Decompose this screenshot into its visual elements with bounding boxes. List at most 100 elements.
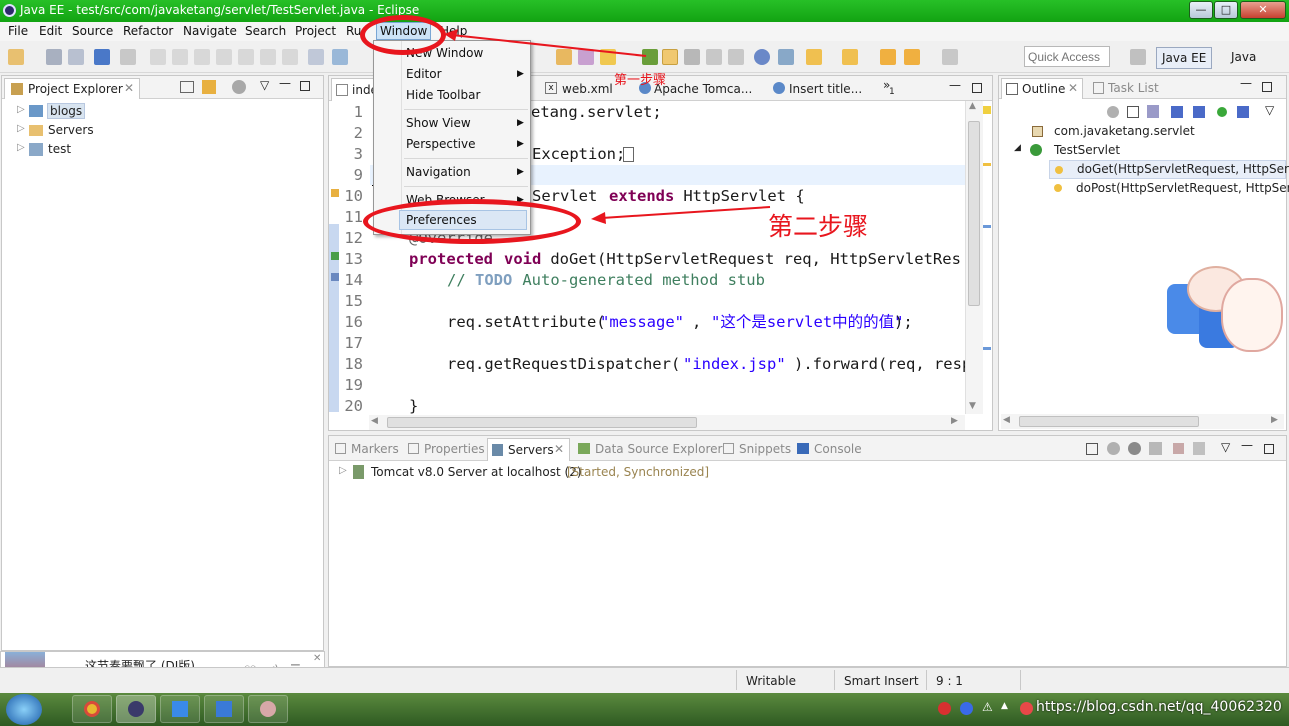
menu-project[interactable]: Project bbox=[295, 24, 336, 38]
tab-properties[interactable]: Properties bbox=[424, 442, 485, 456]
scroll-left-icon[interactable]: ◀ bbox=[1003, 415, 1010, 425]
chevron-right-icon[interactable]: ▷ bbox=[339, 465, 347, 476]
open-perspective-icon[interactable] bbox=[1130, 49, 1146, 65]
menu-perspective[interactable]: Perspective bbox=[406, 137, 476, 151]
minimize-button[interactable]: — bbox=[1189, 1, 1213, 19]
hide-nonpublic-icon[interactable] bbox=[1217, 107, 1227, 117]
tray-icon[interactable] bbox=[938, 702, 951, 715]
use-step-filters-icon[interactable] bbox=[308, 49, 324, 65]
scroll-left-icon[interactable]: ◀ bbox=[371, 416, 378, 426]
view-menu-icon[interactable]: ▽ bbox=[260, 78, 269, 92]
scrollbar-thumb[interactable] bbox=[968, 121, 980, 306]
last-edit-icon[interactable] bbox=[842, 49, 858, 65]
horizontal-scrollbar[interactable]: ◀ ▶ bbox=[369, 415, 965, 430]
hide-local-types-icon[interactable] bbox=[1237, 106, 1249, 118]
horizontal-scrollbar[interactable]: ◀ ▶ bbox=[1001, 414, 1284, 429]
prev-annotation-icon[interactable] bbox=[806, 49, 822, 65]
taskbar-app[interactable] bbox=[248, 695, 288, 723]
perspective-java[interactable]: Java bbox=[1226, 47, 1261, 69]
vertical-scrollbar[interactable]: ▲ ▼ bbox=[965, 101, 983, 414]
tab-markers[interactable]: Markers bbox=[351, 442, 399, 456]
scroll-right-icon[interactable]: ▶ bbox=[951, 416, 958, 426]
view-menu-icon[interactable]: ▽ bbox=[1265, 103, 1274, 117]
back-icon[interactable] bbox=[880, 49, 896, 65]
filter-icon[interactable] bbox=[232, 80, 246, 94]
debug-server-icon[interactable] bbox=[1107, 442, 1120, 455]
menu-search[interactable]: Search bbox=[245, 24, 286, 38]
menu-file[interactable]: File bbox=[8, 24, 28, 38]
server-row[interactable]: ▷ Tomcat v8.0 Server at localhost (2) [S… bbox=[329, 462, 1286, 482]
taskbar-eclipse[interactable] bbox=[116, 695, 156, 723]
stop-server-icon[interactable] bbox=[1173, 443, 1184, 454]
link-editor-icon[interactable] bbox=[202, 80, 216, 94]
tree-item[interactable]: ▷ test bbox=[2, 140, 322, 159]
menu-edit[interactable]: Edit bbox=[39, 24, 62, 38]
highlight-icon[interactable] bbox=[662, 49, 678, 65]
menu-refactor[interactable]: Refactor bbox=[123, 24, 173, 38]
save-all-icon[interactable] bbox=[68, 49, 84, 65]
chevron-right-icon[interactable]: ▷ bbox=[17, 123, 25, 134]
step-return-icon[interactable] bbox=[282, 49, 298, 65]
skip-breakpoints-icon[interactable] bbox=[120, 49, 136, 65]
tab-web-xml[interactable]: web.xml bbox=[562, 82, 613, 96]
outline-item[interactable]: doGet(HttpServletRequest, HttpServle bbox=[1049, 160, 1289, 179]
tab-apache-tomcat[interactable]: Apache Tomca... bbox=[654, 82, 752, 96]
tray-icon[interactable] bbox=[960, 702, 973, 715]
toggle-icon[interactable] bbox=[684, 49, 700, 65]
tab-data-source-explorer[interactable]: Data Source Explorer bbox=[595, 442, 722, 456]
menu-navigation[interactable]: Navigation bbox=[406, 165, 471, 179]
save-icon[interactable] bbox=[46, 49, 62, 65]
forward-icon[interactable] bbox=[942, 49, 958, 65]
tab-snippets[interactable]: Snippets bbox=[739, 442, 791, 456]
tab-outline[interactable]: Outline ✕ bbox=[1001, 78, 1083, 99]
tree-item[interactable]: ▷ Servers bbox=[2, 121, 322, 140]
menu-show-view[interactable]: Show View bbox=[406, 116, 471, 130]
step-into-icon[interactable] bbox=[238, 49, 254, 65]
outline-item[interactable]: ◢ TestServlet bbox=[999, 141, 1286, 160]
next-annotation-icon[interactable] bbox=[778, 49, 794, 65]
tray-icon[interactable]: ⚠ bbox=[982, 700, 993, 714]
scroll-down-icon[interactable]: ▼ bbox=[969, 401, 976, 411]
debug-icon[interactable] bbox=[332, 49, 348, 65]
start-server-icon[interactable] bbox=[1128, 442, 1141, 455]
chevron-right-icon[interactable]: ▷ bbox=[17, 104, 25, 115]
hide-static-icon[interactable] bbox=[1193, 106, 1205, 118]
resume-icon[interactable] bbox=[150, 49, 166, 65]
suspend-icon[interactable] bbox=[172, 49, 188, 65]
scrollbar-thumb[interactable] bbox=[387, 417, 697, 428]
taskbar-app[interactable] bbox=[204, 695, 244, 723]
close-icon[interactable]: ✕ bbox=[313, 653, 321, 664]
tab-project-explorer[interactable]: Project Explorer ✕ bbox=[4, 78, 140, 99]
tab-task-list[interactable]: Task List bbox=[1108, 81, 1159, 95]
tray-icon[interactable] bbox=[1020, 702, 1033, 715]
disconnect-icon[interactable] bbox=[216, 49, 232, 65]
tab-console[interactable]: Console bbox=[814, 442, 862, 456]
sort-icon[interactable] bbox=[1147, 105, 1159, 118]
tab-servers[interactable]: Servers ✕ bbox=[487, 438, 570, 461]
outline-item[interactable]: com.javaketang.servlet bbox=[999, 122, 1286, 141]
view-menu-icon[interactable]: ▽ bbox=[1221, 440, 1230, 454]
show-whitespace-icon[interactable] bbox=[728, 49, 744, 65]
menu-editor[interactable]: Editor bbox=[406, 67, 442, 81]
globe-icon[interactable] bbox=[754, 49, 770, 65]
taskbar-chrome[interactable] bbox=[72, 695, 112, 723]
start-button[interactable] bbox=[6, 694, 42, 725]
step-over-icon[interactable] bbox=[260, 49, 276, 65]
focus-icon[interactable] bbox=[1107, 106, 1119, 118]
close-icon[interactable]: ✕ bbox=[124, 81, 134, 95]
maximize-icon[interactable] bbox=[1264, 444, 1274, 454]
maximize-icon[interactable] bbox=[1262, 82, 1272, 92]
hide-fields-icon[interactable] bbox=[1171, 106, 1183, 118]
minimize-icon[interactable]: — bbox=[1240, 76, 1252, 90]
collapse-all-icon[interactable] bbox=[180, 81, 194, 93]
scroll-up-icon[interactable]: ▲ bbox=[969, 101, 976, 111]
minimize-icon[interactable]: — bbox=[279, 76, 291, 90]
minimize-icon[interactable]: — bbox=[949, 78, 961, 92]
collapse-all-icon[interactable] bbox=[1127, 106, 1139, 118]
close-icon[interactable]: ✕ bbox=[1068, 81, 1078, 95]
tab-insert-title[interactable]: Insert title... bbox=[789, 82, 862, 96]
warning-marker[interactable] bbox=[983, 106, 991, 114]
close-button[interactable]: ✕ bbox=[1240, 1, 1286, 19]
chevron-right-icon[interactable]: ▷ bbox=[17, 142, 25, 153]
terminal-icon[interactable] bbox=[94, 49, 110, 65]
